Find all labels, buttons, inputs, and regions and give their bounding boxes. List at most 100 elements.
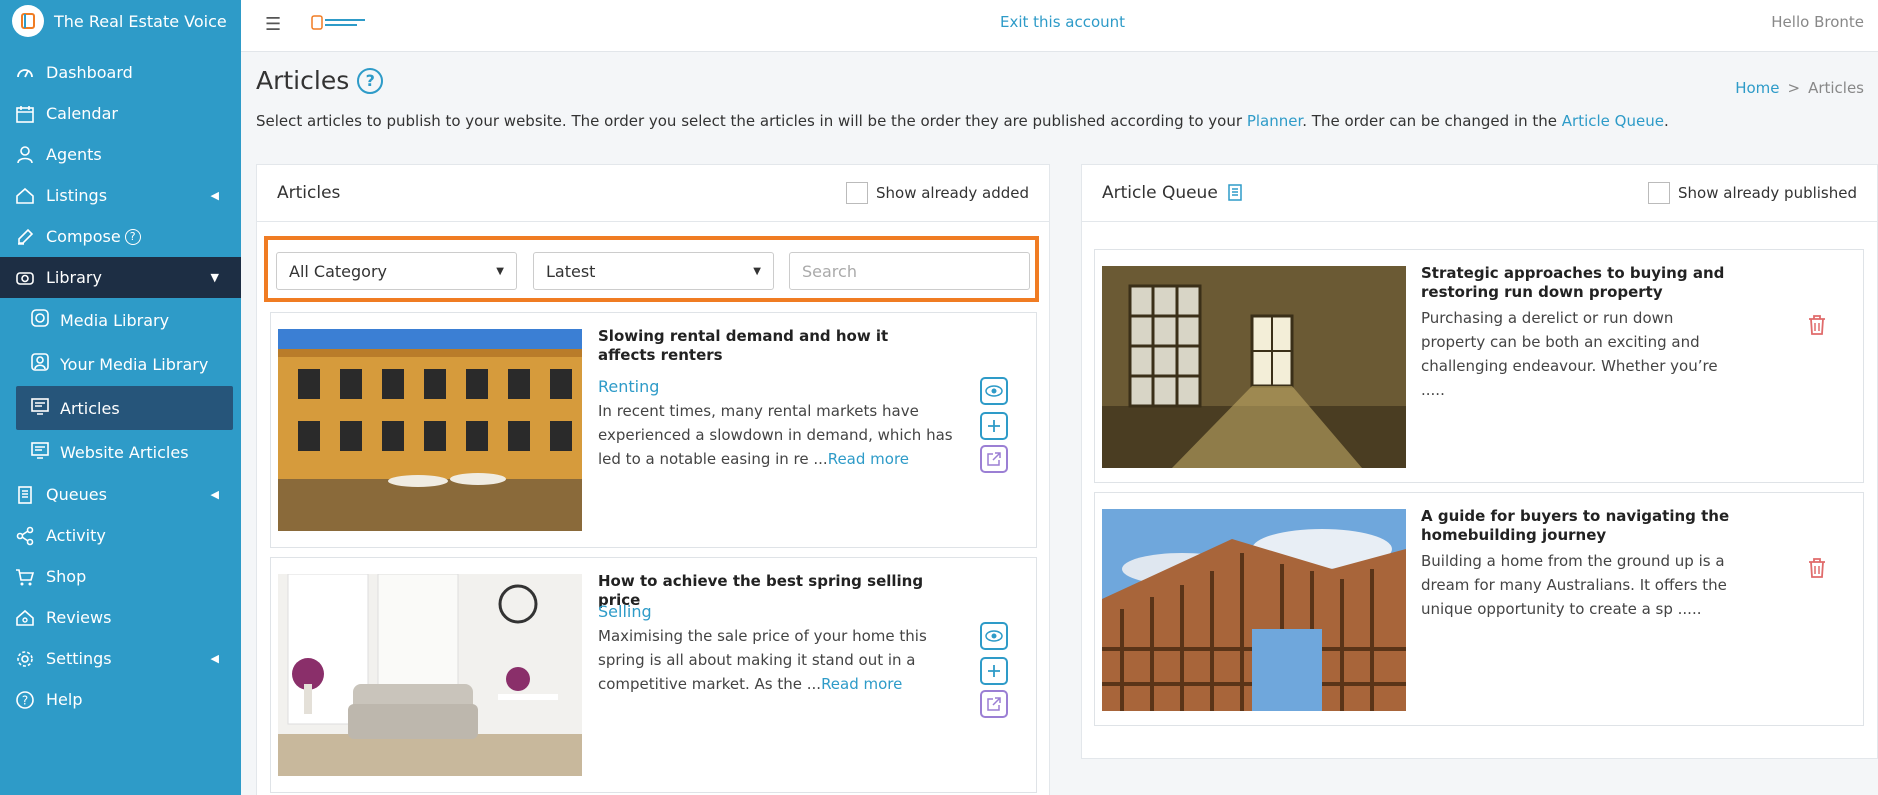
queue-item-excerpt: Purchasing a derelict or run down proper… bbox=[1421, 309, 1718, 399]
sidebar-item-label: Agents bbox=[46, 145, 102, 164]
sidebar-item-articles[interactable]: Articles bbox=[16, 386, 233, 430]
caret-left-icon: ◀ bbox=[210, 189, 219, 202]
remove-from-queue-button[interactable] bbox=[1807, 557, 1827, 579]
hamburger-menu-icon[interactable]: ☰ bbox=[265, 14, 281, 35]
sidebar-item-label: Compose bbox=[46, 227, 121, 246]
sidebar-item-label: Reviews bbox=[46, 608, 112, 627]
exit-account-link[interactable]: Exit this account bbox=[1000, 13, 1125, 31]
open-external-button[interactable] bbox=[980, 690, 1008, 718]
sidebar-item-label: Dashboard bbox=[46, 63, 133, 82]
show-already-added-toggle[interactable]: Show already added bbox=[845, 182, 1029, 204]
article-thumbnail-living-room[interactable] bbox=[278, 574, 582, 776]
sidebar-nav: Dashboard Calendar Agents Listings ◀ Com… bbox=[0, 52, 241, 720]
sidebar-item-shop[interactable]: Shop bbox=[0, 556, 241, 597]
preview-button[interactable] bbox=[980, 377, 1008, 405]
category-select[interactable]: All Category ▼ bbox=[276, 252, 517, 290]
queues-icon bbox=[14, 484, 36, 506]
article-category[interactable]: Selling bbox=[598, 602, 652, 621]
sidebar-item-agents[interactable]: Agents bbox=[0, 134, 241, 175]
articles-icon bbox=[30, 396, 50, 420]
article-thumbnail-apartments[interactable] bbox=[278, 329, 582, 531]
intro-text: Select articles to publish to your websi… bbox=[256, 112, 1669, 130]
sidebar-item-help[interactable]: ? Help bbox=[0, 679, 241, 720]
add-to-queue-button[interactable] bbox=[980, 657, 1008, 685]
sidebar-item-your-media-library[interactable]: Your Media Library bbox=[0, 342, 241, 386]
queue-item-title[interactable]: A guide for buyers to navigating the hom… bbox=[1421, 507, 1781, 545]
queue-thumbnail-house-frame[interactable] bbox=[1102, 509, 1406, 711]
open-external-button[interactable] bbox=[980, 445, 1008, 473]
sidebar: The Real Estate Voice Dashboard Calendar… bbox=[0, 0, 241, 795]
sidebar-item-calendar[interactable]: Calendar bbox=[0, 93, 241, 134]
sidebar-item-label: Listings bbox=[46, 186, 108, 205]
plus-icon bbox=[988, 420, 1000, 432]
caret-down-icon: ▼ bbox=[210, 271, 219, 284]
preview-button[interactable] bbox=[980, 622, 1008, 650]
reviews-icon bbox=[14, 607, 36, 629]
breadcrumb-home-link[interactable]: Home bbox=[1735, 79, 1779, 97]
brand[interactable]: The Real Estate Voice bbox=[0, 0, 241, 42]
read-more-link[interactable]: Read more bbox=[821, 675, 902, 693]
queue-thumbnail-derelict-room[interactable] bbox=[1102, 266, 1406, 468]
brand-logo-icon bbox=[12, 5, 44, 37]
queue-item: A guide for buyers to navigating the hom… bbox=[1094, 492, 1864, 726]
sidebar-item-compose[interactable]: Compose ? bbox=[0, 216, 241, 257]
sort-select-value: Latest bbox=[546, 261, 596, 281]
article-title[interactable]: Slowing rental demand and how it affects… bbox=[598, 327, 898, 365]
show-already-published-toggle[interactable]: Show already published bbox=[1648, 182, 1857, 204]
article-queue-panel: Article Queue Show already published Str… bbox=[1081, 164, 1878, 759]
sidebar-item-library[interactable]: Library ▼ bbox=[0, 257, 241, 298]
show-already-added-checkbox[interactable] bbox=[845, 182, 868, 204]
agents-icon bbox=[14, 144, 36, 166]
sidebar-item-queues[interactable]: Queues ◀ bbox=[0, 474, 241, 515]
queue-item-title[interactable]: Strategic approaches to buying and resto… bbox=[1421, 264, 1781, 302]
show-already-added-label: Show already added bbox=[875, 184, 1029, 202]
show-already-published-checkbox[interactable] bbox=[1648, 182, 1671, 204]
settings-icon bbox=[14, 648, 36, 670]
article-category[interactable]: Renting bbox=[598, 377, 659, 396]
help-icon: ? bbox=[14, 689, 36, 711]
sidebar-item-label: Shop bbox=[46, 567, 87, 586]
sidebar-item-dashboard[interactable]: Dashboard bbox=[0, 52, 241, 93]
sidebar-item-media-library[interactable]: Media Library bbox=[0, 298, 241, 342]
read-more-link[interactable]: Read more bbox=[828, 450, 909, 468]
help-circle-icon[interactable]: ? bbox=[357, 67, 384, 94]
caret-left-icon: ◀ bbox=[210, 488, 219, 501]
add-to-queue-button[interactable] bbox=[980, 412, 1008, 440]
sidebar-item-reviews[interactable]: Reviews bbox=[0, 597, 241, 638]
planner-link[interactable]: Planner bbox=[1247, 112, 1302, 130]
svg-text:?: ? bbox=[22, 693, 28, 707]
sidebar-item-website-articles[interactable]: Website Articles bbox=[0, 430, 241, 474]
intro-part-1: Select articles to publish to your websi… bbox=[256, 112, 1247, 130]
sidebar-item-listings[interactable]: Listings ◀ bbox=[0, 175, 241, 216]
dropdown-arrow-icon: ▼ bbox=[753, 265, 761, 277]
remove-from-queue-button[interactable] bbox=[1807, 314, 1827, 336]
external-link-icon bbox=[987, 452, 1001, 466]
topbar: ☰ Exit this account Hello Bronte bbox=[241, 0, 1878, 52]
sidebar-item-label: Media Library bbox=[60, 310, 170, 330]
user-greeting[interactable]: Hello Bronte bbox=[1771, 13, 1864, 31]
queue-item-excerpt: Building a home from the ground up is a … bbox=[1421, 552, 1727, 618]
article-queue-title: Article Queue bbox=[1102, 183, 1242, 203]
trash-icon bbox=[1809, 558, 1825, 578]
article-queue-link[interactable]: Article Queue bbox=[1562, 112, 1664, 130]
sidebar-item-label: Help bbox=[46, 690, 83, 709]
filter-bar: All Category ▼ Latest ▼ bbox=[264, 236, 1039, 302]
search-input[interactable] bbox=[789, 252, 1030, 290]
articles-panel-title: Articles bbox=[277, 183, 341, 203]
article-title[interactable]: How to achieve the best spring selling p… bbox=[598, 572, 958, 610]
sort-select[interactable]: Latest ▼ bbox=[533, 252, 774, 290]
question-circle-icon[interactable]: ? bbox=[124, 228, 141, 245]
article-excerpt: In recent times, many rental markets hav… bbox=[598, 399, 958, 471]
shop-icon bbox=[14, 566, 36, 588]
sidebar-item-settings[interactable]: Settings ◀ bbox=[0, 638, 241, 679]
page-title: Articles ? bbox=[256, 66, 384, 95]
sidebar-item-label: Calendar bbox=[46, 104, 118, 123]
activity-icon bbox=[14, 525, 36, 547]
sidebar-item-activity[interactable]: Activity bbox=[0, 515, 241, 556]
article-card: How to achieve the best spring selling p… bbox=[270, 557, 1037, 793]
dropdown-arrow-icon: ▼ bbox=[496, 265, 504, 277]
sidebar-item-label: Activity bbox=[46, 526, 106, 545]
sidebar-item-label: Library bbox=[46, 268, 102, 287]
breadcrumb: Home > Articles bbox=[1735, 79, 1864, 97]
intro-part-2: . The order can be changed in the bbox=[1302, 112, 1562, 130]
